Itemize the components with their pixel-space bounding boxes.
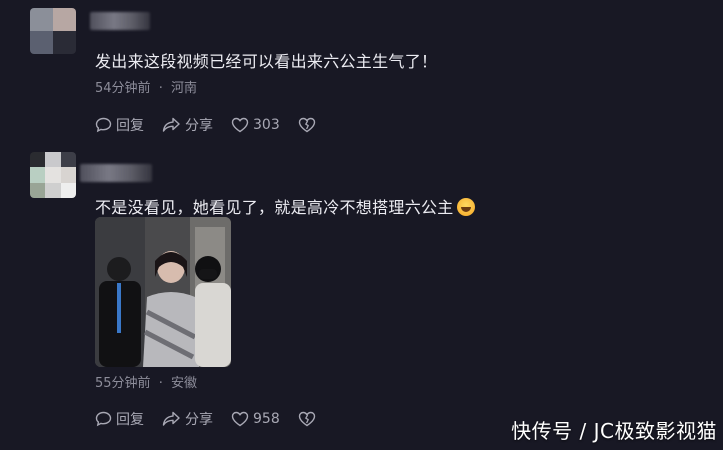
reply-button[interactable]: 回复: [95, 409, 144, 429]
comment-item: 不是没看见，她看见了，就是高冷不想搭理六公主 55分钟前 · 安徽 回复 分享 …: [0, 148, 723, 450]
comment-item: 发出来这段视频已经可以看出来六公主生气了！ 54分钟前 · 河南 回复 分享 3…: [0, 0, 723, 150]
share-icon: [162, 411, 180, 426]
like-button[interactable]: 303: [231, 117, 280, 133]
comment-time: 55分钟前: [95, 376, 151, 391]
comment-text: 发出来这段视频已经可以看出来六公主生气了！: [95, 52, 438, 71]
reply-label: 回复: [116, 412, 144, 428]
comment-location: 河南: [170, 81, 197, 96]
share-button[interactable]: 分享: [162, 409, 213, 429]
comment-actions: 回复 分享 958: [95, 408, 338, 430]
reply-icon: [95, 117, 112, 133]
share-icon: [162, 117, 180, 132]
comment-text-content: 不是没看见，她看见了，就是高冷不想搭理六公主: [95, 198, 454, 217]
comment-image[interactable]: [95, 217, 231, 367]
like-button[interactable]: 958: [231, 411, 280, 427]
comment-time: 54分钟前: [95, 81, 151, 96]
reply-icon: [95, 411, 112, 427]
meta-separator: ·: [158, 81, 163, 96]
meta-separator: ·: [158, 376, 163, 391]
heart-icon: [231, 411, 249, 427]
share-button[interactable]: 分享: [162, 115, 213, 135]
dislike-button[interactable]: [298, 411, 320, 427]
avatar[interactable]: [30, 8, 76, 54]
reply-label: 回复: [116, 118, 144, 134]
laughing-emoji-icon: [456, 198, 475, 216]
like-count: 958: [253, 411, 280, 427]
comment-meta: 55分钟前 · 安徽: [95, 372, 197, 391]
broken-heart-icon: [298, 117, 315, 133]
comment-image-content: [95, 217, 231, 367]
share-label: 分享: [185, 118, 213, 134]
like-count: 303: [253, 117, 280, 133]
dislike-button[interactable]: [298, 117, 320, 133]
share-label: 分享: [185, 412, 213, 428]
comment-meta: 54分钟前 · 河南: [95, 77, 197, 96]
avatar[interactable]: [30, 152, 76, 198]
username-blurred[interactable]: [80, 164, 152, 182]
heart-icon: [231, 117, 249, 133]
comment-actions: 回复 分享 303: [95, 114, 338, 136]
broken-heart-icon: [298, 411, 315, 427]
username-blurred[interactable]: [90, 12, 150, 30]
comment-location: 安徽: [170, 376, 197, 391]
comment-text: 不是没看见，她看见了，就是高冷不想搭理六公主: [95, 194, 475, 218]
reply-button[interactable]: 回复: [95, 115, 144, 135]
watermark: 快传号 / JC极致影视猫: [511, 419, 717, 443]
